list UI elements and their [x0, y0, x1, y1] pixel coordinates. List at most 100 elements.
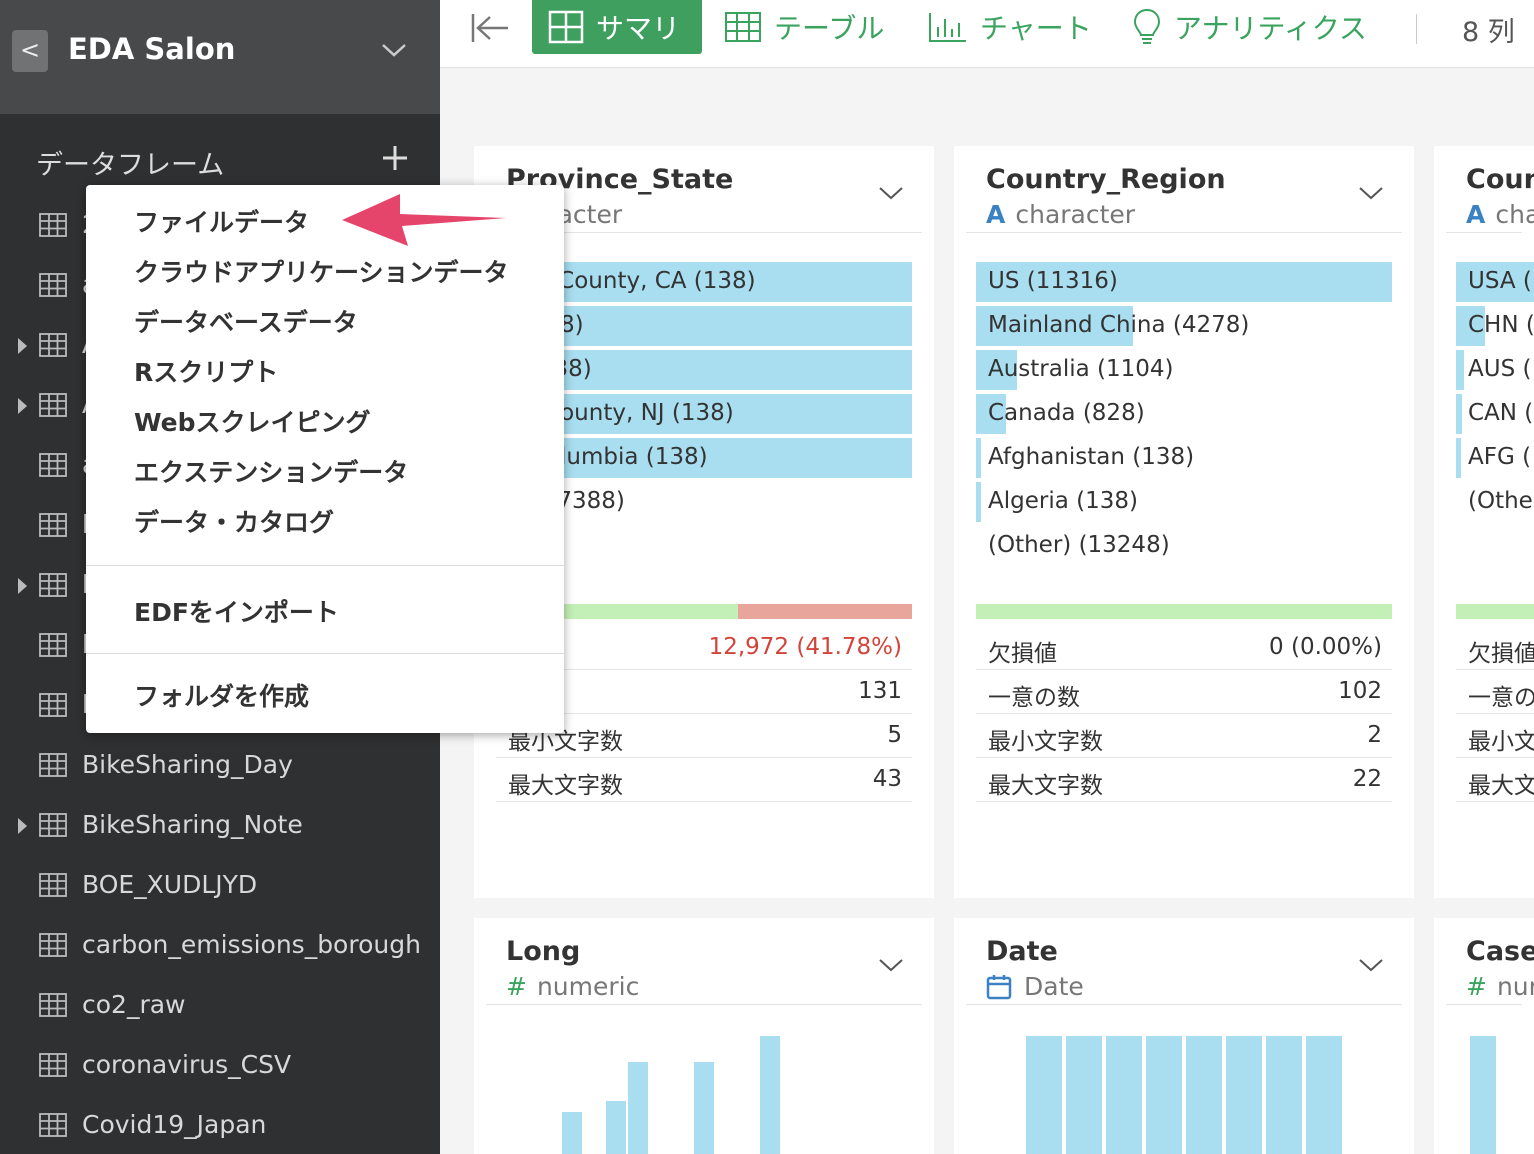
header-divider	[1446, 1004, 1522, 1005]
value-count-fill	[976, 438, 981, 478]
stat-row: 一意の数 102	[976, 670, 1392, 714]
table-icon	[39, 693, 67, 717]
value-count-label: USA (	[1468, 268, 1532, 294]
tab-chart-label: チャート	[980, 12, 1092, 45]
numeric-type-icon: #	[506, 972, 527, 1001]
dataframe-item[interactable]: Covid19_Japan	[0, 1096, 440, 1154]
chevron-down-icon[interactable]	[1358, 180, 1384, 206]
collapse-sidebar-icon[interactable]	[470, 12, 510, 44]
histogram-bar[interactable]	[694, 1062, 714, 1154]
project-title[interactable]: EDA Salon	[68, 32, 235, 66]
histogram-bar[interactable]	[628, 1062, 648, 1154]
bar-chart-icon	[929, 13, 966, 42]
stat-label: 一意の	[1468, 685, 1534, 711]
table-icon	[39, 873, 67, 897]
value-count-bar[interactable]: Afghanistan (138)	[976, 438, 1392, 478]
histogram-bar[interactable]	[606, 1101, 626, 1154]
value-count-other-label: (Other) (13248)	[988, 532, 1170, 558]
value-count-label: Australia (1104)	[988, 356, 1174, 382]
chevron-down-icon[interactable]	[878, 180, 904, 206]
histogram-bar[interactable]	[1186, 1036, 1222, 1154]
histogram-bar[interactable]	[562, 1112, 582, 1154]
table-icon	[39, 273, 67, 297]
tab-analytics[interactable]: アナリティクス	[1132, 0, 1367, 54]
value-count-bar[interactable]: Algeria (138)	[976, 482, 1392, 522]
menu-item[interactable]: データ・カタログ	[134, 503, 334, 539]
add-dataframe-icon[interactable]	[380, 143, 410, 173]
column-type: Acharacter	[986, 200, 1135, 229]
dataframe-item[interactable]: BOE_XUDLJYD	[0, 856, 440, 916]
histogram-bar[interactable]	[1066, 1036, 1102, 1154]
chevron-down-icon[interactable]	[1358, 952, 1384, 978]
column-count[interactable]: 8 列	[1462, 10, 1515, 49]
histogram-bar[interactable]	[1026, 1036, 1062, 1154]
dataframe-item-label: Covid19_Japan	[82, 1110, 267, 1139]
value-count-bar[interactable]: US (11316)	[976, 262, 1392, 302]
stat-label: 最大文字数	[508, 773, 623, 799]
dataframe-item[interactable]: co2_raw	[0, 976, 440, 1036]
add-data-menu: ファイルデータクラウドアプリケーションデータ データベースデータ Rスクリプト Web…	[86, 185, 564, 733]
header-divider	[966, 232, 1402, 233]
dataframe-item-label: BikeSharing_Note	[82, 810, 303, 839]
expand-caret-icon[interactable]	[18, 338, 27, 354]
histogram-bar[interactable]	[1146, 1036, 1182, 1154]
histogram-bar[interactable]	[1306, 1036, 1342, 1154]
toolbar-divider	[1416, 14, 1417, 44]
value-count-fill	[1456, 350, 1464, 390]
table-icon	[39, 1053, 67, 1077]
histogram-bar[interactable]	[1266, 1036, 1302, 1154]
dataframe-item[interactable]: BikeSharing_Note	[0, 796, 440, 856]
stat-value: 43	[872, 766, 902, 792]
tab-chart[interactable]: チャート	[928, 0, 1092, 54]
tab-table[interactable]: テーブル	[724, 0, 884, 54]
value-count-bar[interactable]: CAN (	[1456, 394, 1534, 434]
tab-summary[interactable]: サマリ	[532, 0, 702, 54]
dataframe-item[interactable]: carbon_emissions_borough	[0, 916, 440, 976]
menu-item[interactable]: ファイルデータ	[134, 203, 309, 239]
value-count-bar[interactable]: Australia (1104)	[976, 350, 1392, 390]
stat-label: 最小文字数	[988, 729, 1103, 755]
expand-caret-icon[interactable]	[18, 818, 27, 834]
dataframe-item[interactable]: BikeSharing_Day	[0, 736, 440, 796]
value-count-bar[interactable]: CHN (	[1456, 306, 1534, 346]
expand-caret-icon[interactable]	[18, 578, 27, 594]
value-count-bar[interactable]: USA (	[1456, 262, 1534, 302]
missing-value-bar	[976, 604, 1392, 619]
chevron-down-icon[interactable]	[878, 952, 904, 978]
back-button[interactable]: <	[12, 30, 48, 72]
tab-summary-label: サマリ	[596, 12, 681, 45]
value-count-bar[interactable]: Mainland China (4278)	[976, 306, 1392, 346]
expand-caret-icon[interactable]	[18, 398, 27, 414]
dataframe-item[interactable]: coronavirus_CSV	[0, 1036, 440, 1096]
tab-analytics-label: アナリティクス	[1174, 12, 1367, 45]
stat-label: 一意の数	[988, 685, 1080, 711]
menu-item[interactable]: Webスクレイピング	[134, 403, 371, 439]
menu-item-import-edf[interactable]: EDFをインポート	[134, 593, 339, 629]
value-count-bar[interactable]: AFG (	[1456, 438, 1534, 478]
chevron-down-icon[interactable]	[380, 36, 408, 64]
table-icon	[39, 993, 67, 1017]
value-count-bar[interactable]: Canada (828)	[976, 394, 1392, 434]
stat-row: 最小文字数 2	[976, 714, 1392, 758]
menu-item-create-folder[interactable]: フォルダを作成	[134, 677, 309, 713]
histogram-bar[interactable]	[760, 1036, 780, 1154]
value-count-bar[interactable]: AUS (	[1456, 350, 1534, 390]
menu-item[interactable]: クラウドアプリケーションデータ	[134, 253, 509, 289]
table-icon	[39, 633, 67, 657]
histogram-bar[interactable]	[1226, 1036, 1262, 1154]
dataframe-item-label: coronavirus_CSV	[82, 1050, 292, 1079]
menu-item[interactable]: データベースデータ	[134, 303, 358, 339]
stat-label: 最大文字数	[988, 773, 1103, 799]
value-count-label: CHN (	[1468, 312, 1534, 338]
menu-item[interactable]: Rスクリプト	[134, 353, 278, 389]
stat-value: 12,972 (41.78%)	[708, 634, 902, 660]
column-type: Acha	[1466, 200, 1534, 229]
stat-label: 欠損値	[1468, 641, 1534, 667]
stat-row: 最大文字数 22	[976, 758, 1392, 802]
table-icon	[39, 213, 67, 237]
histogram-bar[interactable]	[1106, 1036, 1142, 1154]
histogram-bar[interactable]	[1470, 1036, 1496, 1154]
column-type: # numeric	[506, 972, 639, 1001]
menu-item[interactable]: エクステンションデータ	[134, 453, 408, 489]
dataframe-item-label: BikeSharing_Day	[82, 750, 293, 779]
